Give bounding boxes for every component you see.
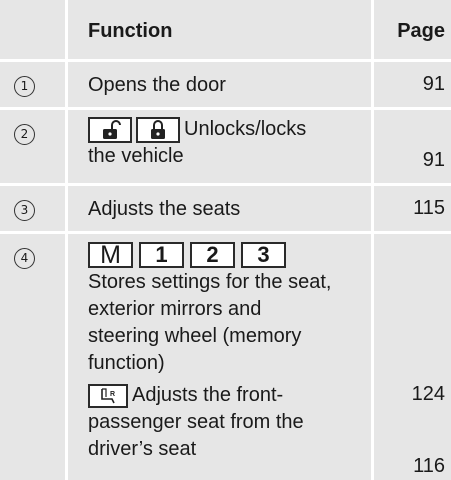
page-number: 124 bbox=[411, 383, 445, 405]
unlock-icon bbox=[88, 116, 132, 143]
function-text: Stores settings for the seat, bbox=[88, 271, 332, 293]
passenger-seat-icon: R bbox=[88, 383, 128, 408]
function-text: Adjusts the front- bbox=[132, 384, 284, 406]
callout-number: 1 bbox=[14, 76, 35, 97]
lock-icon bbox=[136, 116, 180, 143]
page-number: 116 bbox=[413, 455, 445, 477]
memory-key-3: 3 bbox=[241, 242, 286, 268]
page-number: 91 bbox=[422, 149, 445, 171]
function-text: driver’s seat bbox=[88, 438, 197, 460]
function-text: the vehicle bbox=[88, 145, 184, 167]
header-num-cell bbox=[0, 0, 65, 59]
memory-keys: M 1 2 3 bbox=[88, 242, 363, 268]
function-text: function) bbox=[88, 352, 165, 374]
memory-key-1: 1 bbox=[139, 242, 184, 268]
table-row: 3 Adjusts the seats 115 bbox=[0, 186, 451, 231]
callout-number: 4 bbox=[14, 248, 35, 269]
table-row: 2 Unlocks/locks the vehicle 91 bbox=[0, 110, 451, 183]
header-function: Function bbox=[68, 0, 371, 59]
svg-text:R: R bbox=[110, 391, 115, 398]
callout-number: 3 bbox=[14, 200, 35, 221]
callout-number: 2 bbox=[14, 124, 35, 145]
function-text: Opens the door bbox=[68, 62, 371, 107]
function-text: Unlocks/locks bbox=[184, 118, 307, 140]
table-header: Function Page bbox=[0, 0, 451, 59]
function-text: passenger seat from the bbox=[88, 411, 304, 433]
function-text: Adjusts the seats bbox=[68, 186, 371, 231]
page-number: 115 bbox=[413, 197, 445, 219]
table-row: 1 Opens the door 91 bbox=[0, 62, 451, 107]
table-row: 4 M 1 2 3 Stores settings for the seat, … bbox=[0, 234, 451, 480]
header-page: Page bbox=[374, 0, 451, 59]
memory-key-m: M bbox=[88, 242, 133, 268]
function-table: Function Page 1 Opens the door 91 2 Unlo… bbox=[0, 0, 451, 480]
function-text: steering wheel (memory bbox=[88, 325, 302, 347]
function-text: exterior mirrors and bbox=[88, 298, 262, 320]
memory-key-2: 2 bbox=[190, 242, 235, 268]
page-number: 91 bbox=[422, 73, 445, 95]
